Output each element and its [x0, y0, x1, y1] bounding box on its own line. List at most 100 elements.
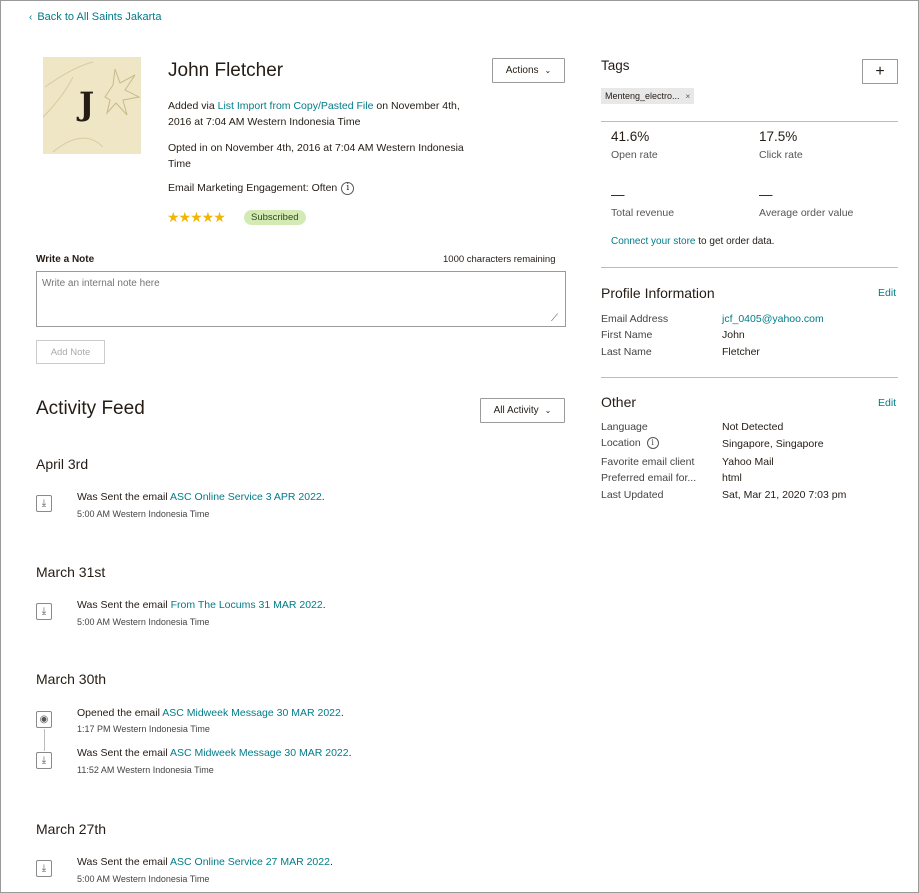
activity-filter-label: All Activity	[493, 405, 539, 416]
activity-filter-button[interactable]: All Activity ⌄	[480, 398, 565, 423]
activity-item: Was Sent the email ASC Midweek Message 3…	[77, 747, 352, 759]
click-rate-value: 17.5%	[759, 129, 798, 144]
actions-button[interactable]: Actions ⌄	[492, 58, 565, 83]
other-title: Other	[601, 394, 637, 410]
chevron-down-icon: ⌄	[544, 66, 552, 75]
email-campaign-link[interactable]: ASC Online Service 3 APR 2022	[170, 491, 322, 503]
actions-button-label: Actions	[505, 65, 539, 76]
eye-icon: ◉	[36, 711, 52, 728]
profile-info-edit-link[interactable]: Edit	[878, 287, 896, 299]
feed-date-heading: March 31st	[36, 564, 106, 580]
email-address-link[interactable]: jcf_0405@yahoo.com	[722, 313, 824, 325]
feed-date-heading: March 27th	[36, 821, 107, 837]
preferred-format-value: html	[722, 472, 742, 484]
divider	[601, 267, 898, 268]
location-value: Singapore, Singapore	[722, 438, 824, 450]
first-name-value: John	[722, 329, 745, 341]
info-icon[interactable]: i	[341, 181, 355, 195]
add-tag-button[interactable]: +	[862, 59, 898, 84]
language-key: Language	[601, 421, 648, 433]
avatar: J	[43, 57, 141, 154]
download-icon: ⤓	[36, 495, 52, 512]
tag-chip: Menteng_electro... ×	[601, 88, 695, 104]
activity-mid: the email	[122, 747, 171, 759]
activity-item: Was Sent the email ASC Online Service 27…	[77, 856, 333, 868]
activity-time: 5:00 AM Western Indonesia Time	[77, 617, 210, 627]
note-char-count: 1000 characters remaining	[443, 254, 556, 265]
add-note-button[interactable]: Add Note	[36, 340, 105, 364]
connect-store-link[interactable]: Connect your store	[611, 236, 696, 247]
chevron-down-icon: ⌄	[544, 406, 552, 415]
activity-time: 11:52 AM Western Indonesia Time	[77, 765, 214, 775]
activity-item: Was Sent the email From The Locums 31 MA…	[77, 599, 326, 611]
open-rate-value: 41.6%	[611, 129, 650, 144]
email-address-key: Email Address	[601, 313, 669, 325]
activity-mid: the email	[122, 599, 171, 611]
opted-in-text: Opted in on November 4th, 2016 at 7:04 A…	[168, 142, 464, 170]
download-icon: ⤓	[36, 860, 52, 877]
activity-verb: Was Sent	[77, 599, 123, 611]
activity-time: 5:00 AM Western Indonesia Time	[77, 874, 210, 884]
status-badge: Subscribed	[244, 210, 306, 225]
activity-end: .	[340, 707, 344, 719]
back-link-label: Back to All Saints Jakarta	[37, 11, 162, 23]
open-rate-label: Open rate	[611, 149, 658, 161]
page-frame: ‹ Back to All Saints Jakarta J John Fletc…	[0, 0, 919, 893]
plus-icon: +	[875, 62, 885, 80]
back-link[interactable]: ‹ Back to All Saints Jakarta	[29, 11, 161, 23]
divider	[601, 121, 898, 122]
activity-verb: Was Sent	[77, 491, 123, 503]
feed-date-heading: April 3rd	[36, 456, 89, 472]
note-input[interactable]	[36, 271, 566, 327]
tag-label: Menteng_electro...	[605, 91, 680, 101]
contact-name: John Fletcher	[168, 60, 284, 81]
chevron-left-icon: ‹	[29, 12, 33, 23]
timeline-connector	[44, 729, 45, 751]
activity-end: .	[322, 599, 326, 611]
activity-item: Opened the email ASC Midweek Message 30 …	[77, 707, 344, 719]
activity-time: 1:17 PM Western Indonesia Time	[77, 724, 210, 734]
activity-verb: Was Sent	[77, 856, 123, 868]
remove-tag-icon[interactable]: ×	[686, 92, 691, 101]
email-campaign-link[interactable]: From The Locums 31 MAR 2022	[171, 599, 323, 611]
activity-feed-title: Activity Feed	[36, 398, 145, 419]
connect-store-text: Connect your store to get order data.	[611, 236, 774, 247]
profile-info-title: Profile Information	[601, 285, 715, 301]
added-via-text: Added via List Import from Copy/Pasted F…	[168, 98, 478, 130]
total-revenue-label: Total revenue	[611, 207, 675, 219]
email-campaign-link[interactable]: ASC Midweek Message 30 MAR 2022	[162, 707, 341, 719]
preferred-format-key: Preferred email for...	[601, 472, 697, 484]
note-label: Write a Note	[36, 254, 95, 265]
last-updated-key: Last Updated	[601, 489, 664, 501]
rating-stars: ★★★★★	[167, 209, 226, 225]
first-name-key: First Name	[601, 329, 653, 341]
language-value: Not Detected	[722, 421, 784, 433]
other-edit-link[interactable]: Edit	[878, 397, 896, 409]
activity-verb: Opened	[77, 707, 115, 719]
import-source-link[interactable]: List Import from Copy/Pasted File	[218, 100, 374, 112]
activity-item: Was Sent the email ASC Online Service 3 …	[77, 491, 325, 503]
last-name-key: Last Name	[601, 346, 652, 358]
activity-time: 5:00 AM Western Indonesia Time	[77, 509, 210, 519]
info-icon[interactable]: i	[646, 437, 659, 450]
email-campaign-link[interactable]: ASC Online Service 27 MAR 2022	[170, 856, 330, 868]
added-prefix: Added via	[168, 100, 218, 112]
connect-store-suffix: to get order data.	[695, 236, 775, 247]
email-campaign-link[interactable]: ASC Midweek Message 30 MAR 2022	[170, 747, 349, 759]
tags-title: Tags	[601, 58, 630, 73]
engagement-text: Email Marketing Engagement: Often i	[168, 180, 478, 196]
last-name-value: Fletcher	[722, 346, 760, 358]
activity-end: .	[329, 856, 333, 868]
activity-end: .	[321, 491, 325, 503]
location-label: Location	[601, 437, 641, 449]
average-order-value: —	[759, 187, 773, 202]
avatar-initial: J	[79, 85, 95, 123]
engagement-label: Email Marketing Engagement: Often	[168, 182, 338, 194]
download-icon: ⤓	[36, 603, 52, 620]
activity-verb: Was Sent	[77, 747, 123, 759]
activity-mid: the email	[122, 856, 171, 868]
total-revenue-value: —	[611, 187, 625, 202]
average-order-label: Average order value	[759, 207, 854, 219]
resize-handle-icon[interactable]: ⟋	[551, 313, 558, 324]
favorite-client-key: Favorite email client	[601, 456, 695, 468]
